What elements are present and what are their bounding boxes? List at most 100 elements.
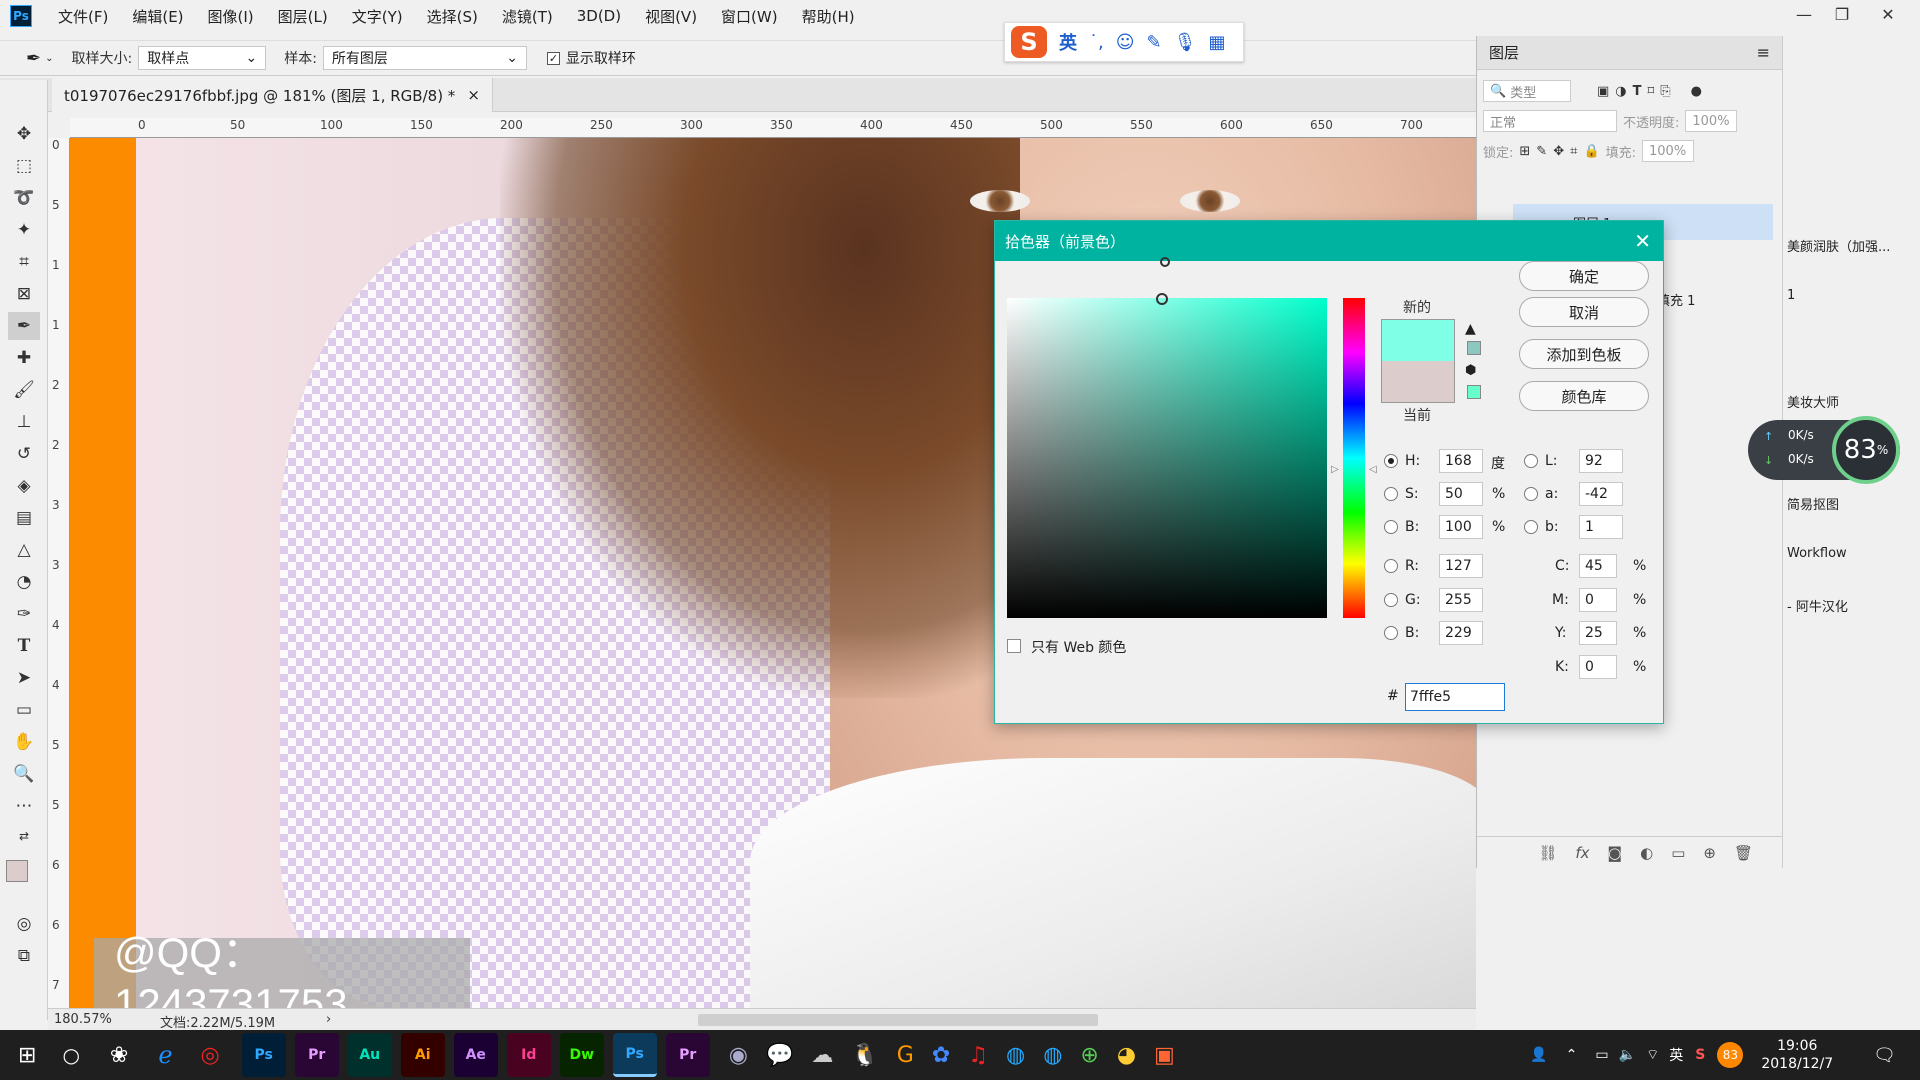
- foreground-color-swatch[interactable]: [6, 860, 28, 882]
- eyedropper-tool-icon[interactable]: ✒: [8, 312, 40, 340]
- ime-tray-indicator[interactable]: 英: [1669, 1045, 1683, 1065]
- blend-mode-select[interactable]: 正常: [1483, 110, 1617, 132]
- hue-slider-handle-left[interactable]: ▷: [1331, 464, 1339, 475]
- menu-view[interactable]: 视图(V): [633, 6, 709, 27]
- filter-toggle-icon[interactable]: ●: [1691, 84, 1702, 99]
- hue-slider-handle-right[interactable]: ◁: [1369, 464, 1377, 475]
- lasso-tool-icon[interactable]: ➰: [8, 184, 40, 212]
- g-radio[interactable]: [1384, 593, 1398, 607]
- lock-artboard-icon[interactable]: ⌗: [1570, 144, 1577, 159]
- grid-icon[interactable]: ▦: [1208, 32, 1225, 53]
- menu-type[interactable]: 文字(Y): [340, 6, 415, 27]
- minimize-button[interactable]: —: [1784, 0, 1824, 28]
- chrome-icon[interactable]: ◕: [1117, 1043, 1136, 1068]
- web-safe-cube-icon[interactable]: ⬢: [1465, 363, 1479, 378]
- a-radio[interactable]: [1524, 487, 1538, 501]
- menu-edit[interactable]: 编辑(E): [120, 6, 195, 27]
- cancel-button[interactable]: 取消: [1519, 297, 1649, 327]
- menu-window[interactable]: 窗口(W): [709, 6, 790, 27]
- horizontal-scrollbar[interactable]: [698, 1014, 1098, 1026]
- chevron-up-icon[interactable]: ⌃: [1566, 1047, 1578, 1063]
- audition-taskbar-icon[interactable]: Au: [347, 1033, 392, 1077]
- hue-slider[interactable]: [1343, 298, 1365, 618]
- zoom-level[interactable]: 180.57%: [54, 1012, 112, 1027]
- k-input[interactable]: 0: [1579, 655, 1617, 679]
- wechat-icon[interactable]: 💬: [766, 1043, 793, 1068]
- cortana-search-icon[interactable]: ○: [62, 1043, 79, 1067]
- frame-tool-icon[interactable]: ⊠: [8, 280, 40, 308]
- photoshop-active-taskbar-icon[interactable]: Ps: [612, 1033, 657, 1077]
- microphone-icon[interactable]: 🎙: [1174, 32, 1197, 53]
- menu-image[interactable]: 图像(I): [196, 6, 266, 27]
- battery-icon[interactable]: ▭: [1595, 1047, 1608, 1063]
- app-g-icon[interactable]: G: [897, 1043, 914, 1068]
- gamut-swatch[interactable]: [1467, 341, 1481, 355]
- lab-b-radio[interactable]: [1524, 520, 1538, 534]
- chevron-right-icon[interactable]: ›: [326, 1012, 331, 1027]
- r-radio[interactable]: [1384, 559, 1398, 573]
- smart-object-filter-icon[interactable]: ⎘: [1660, 84, 1670, 99]
- lock-paint-icon[interactable]: ✎: [1536, 144, 1547, 159]
- lock-transparent-icon[interactable]: ⊞: [1519, 144, 1530, 159]
- lock-position-icon[interactable]: ✥: [1553, 144, 1564, 159]
- trash-icon[interactable]: 🗑: [1734, 844, 1753, 862]
- lock-all-icon[interactable]: 🔒: [1583, 144, 1599, 159]
- color-field[interactable]: [1007, 298, 1327, 618]
- move-tool-icon[interactable]: ✥: [8, 120, 40, 148]
- type-tool-icon[interactable]: T: [8, 632, 40, 660]
- link-icon[interactable]: ⛓: [1538, 844, 1557, 862]
- fx-icon[interactable]: fx: [1575, 844, 1589, 862]
- stamp-tool-icon[interactable]: ⊥: [8, 408, 40, 436]
- punctuation-icon[interactable]: ˙,: [1089, 32, 1104, 53]
- close-tab-icon[interactable]: ×: [467, 86, 480, 104]
- menu-file[interactable]: 文件(F): [46, 6, 120, 27]
- browser-q2-icon[interactable]: ◍: [1043, 1043, 1062, 1068]
- l-radio[interactable]: [1524, 454, 1538, 468]
- baidu-netdisk-icon[interactable]: ✿: [932, 1043, 950, 1068]
- plugin-item[interactable]: 简易抠图: [1787, 494, 1839, 513]
- y-input[interactable]: 25: [1579, 621, 1617, 645]
- ok-button[interactable]: 确定: [1519, 261, 1649, 291]
- swap-colors-icon[interactable]: ⇄: [8, 822, 40, 850]
- taskbar-clock[interactable]: 19:06 2018/12/7: [1761, 1037, 1833, 1073]
- new-layer-icon[interactable]: ⊕: [1703, 844, 1716, 862]
- plugin-item[interactable]: - 阿牛汉化: [1787, 596, 1848, 615]
- windows-start-icon[interactable]: ⊞: [18, 1043, 36, 1068]
- zoom-tool-icon[interactable]: 🔍: [8, 760, 40, 788]
- restore-button[interactable]: ❐: [1822, 0, 1862, 28]
- out-of-gamut-warning-icon[interactable]: ▲: [1465, 321, 1479, 337]
- l-input[interactable]: 92: [1579, 449, 1623, 473]
- tray-badge[interactable]: 83: [1717, 1042, 1744, 1068]
- magic-wand-icon[interactable]: ✦: [8, 216, 40, 244]
- plugin-item[interactable]: 美妆大师: [1787, 392, 1839, 411]
- after-effects-taskbar-icon[interactable]: Ae: [453, 1033, 498, 1077]
- s-radio[interactable]: [1384, 487, 1398, 501]
- gradient-tool-icon[interactable]: ▤: [8, 504, 40, 532]
- wifi-icon[interactable]: ⌔: [1646, 1046, 1659, 1064]
- text-filter-icon[interactable]: T: [1633, 84, 1642, 99]
- 360-browser-icon[interactable]: ⊕: [1080, 1043, 1098, 1068]
- close-icon[interactable]: ✕: [1634, 229, 1651, 253]
- notification-icon[interactable]: 🗨: [1873, 1045, 1896, 1066]
- premiere-taskbar-icon[interactable]: Pr: [294, 1033, 339, 1077]
- menu-filter[interactable]: 滤镜(T): [490, 6, 565, 27]
- illustrator-taskbar-icon[interactable]: Ai: [400, 1033, 445, 1077]
- hex-input[interactable]: 7fffe5: [1405, 683, 1505, 711]
- show-ring-checkbox[interactable]: ✓: [546, 51, 560, 65]
- task-view-icon[interactable]: ❀: [110, 1043, 128, 1068]
- dreamweaver-taskbar-icon[interactable]: Dw: [559, 1033, 604, 1077]
- lab-b-input[interactable]: 1: [1579, 515, 1623, 539]
- blue-input[interactable]: 229: [1439, 621, 1483, 645]
- eyedropper-icon[interactable]: ✒: [26, 48, 41, 69]
- menu-layer[interactable]: 图层(L): [266, 6, 340, 27]
- presentation-app-icon[interactable]: ▣: [1154, 1043, 1175, 1068]
- c-input[interactable]: 45: [1579, 554, 1617, 578]
- layer-filter-select[interactable]: 🔍 类型: [1483, 80, 1571, 102]
- netease-music-icon[interactable]: ♫: [968, 1043, 988, 1068]
- close-window-button[interactable]: ✕: [1868, 0, 1908, 28]
- mask-icon[interactable]: ◙: [1608, 844, 1623, 862]
- layers-tab[interactable]: 图层: [1489, 42, 1519, 63]
- plugin-item[interactable]: Workflow: [1787, 546, 1847, 561]
- color-field-cursor[interactable]: [1156, 293, 1168, 305]
- m-input[interactable]: 0: [1579, 588, 1617, 612]
